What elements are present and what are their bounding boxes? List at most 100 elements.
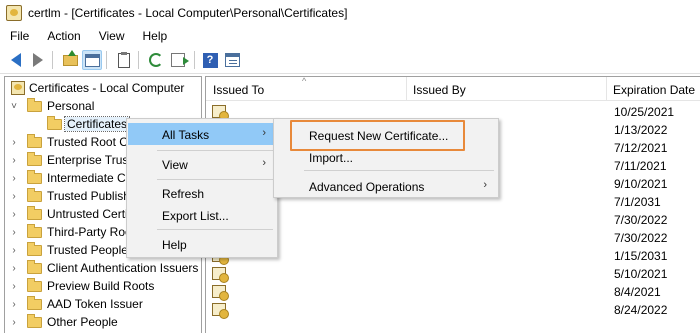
folder-icon bbox=[27, 278, 42, 292]
menu-help[interactable]: Help bbox=[134, 26, 177, 46]
up-folder-icon bbox=[62, 49, 78, 66]
certificate-icon bbox=[212, 105, 229, 121]
expand-chevron-icon[interactable]: ˅ bbox=[9, 101, 19, 112]
tree-item-aad-token-issuer[interactable]: › AAD Token Issuer bbox=[5, 295, 201, 313]
folder-icon bbox=[47, 116, 62, 130]
tree-item-root[interactable]: Certificates - Local Computer bbox=[5, 79, 201, 97]
expiration-date-cell: 1/15/2031 bbox=[614, 249, 668, 263]
folder-icon bbox=[27, 224, 42, 238]
up-one-level-button[interactable] bbox=[60, 49, 80, 70]
certificate-icon bbox=[212, 303, 229, 319]
folder-icon bbox=[27, 242, 42, 256]
expiration-date-cell: 1/13/2022 bbox=[614, 123, 668, 137]
copy-button[interactable] bbox=[114, 50, 134, 70]
export-list-button[interactable] bbox=[168, 50, 189, 70]
folder-icon bbox=[27, 206, 42, 220]
folder-icon bbox=[27, 314, 42, 328]
menu-separator bbox=[157, 150, 273, 151]
expiration-date-cell: 8/24/2022 bbox=[614, 303, 668, 317]
table-row[interactable]: 7/30/2022 bbox=[206, 211, 700, 229]
menu-item-label: Request New Certificate... bbox=[309, 129, 449, 143]
menu-item-label: Import... bbox=[309, 151, 354, 165]
back-button[interactable] bbox=[6, 50, 26, 70]
expand-chevron-icon[interactable]: › bbox=[9, 281, 19, 292]
submenu-request-new-certificate[interactable]: Request New Certificate... bbox=[275, 124, 497, 146]
menu-view[interactable]: View bbox=[90, 26, 134, 46]
expand-chevron-icon[interactable]: › bbox=[9, 227, 19, 238]
expiration-date-cell: 7/1/2031 bbox=[614, 195, 661, 209]
tree-item-personal[interactable]: ˅ Personal bbox=[5, 97, 201, 115]
table-row[interactable]: 5/10/2021 bbox=[206, 265, 700, 283]
column-expiration-date[interactable]: Expiration Date bbox=[606, 77, 700, 101]
certificate-icon bbox=[212, 285, 229, 301]
toolbar-separator bbox=[106, 51, 107, 69]
tree-item-client-auth-issuers[interactable]: › Client Authentication Issuers bbox=[5, 259, 201, 277]
table-row[interactable]: 8/24/2022 bbox=[206, 301, 700, 319]
menu-separator bbox=[157, 179, 273, 180]
tree-item-label: Trusted Root C bbox=[47, 135, 128, 149]
toolbar-separator bbox=[52, 51, 53, 69]
expand-chevron-icon[interactable]: › bbox=[9, 191, 19, 202]
context-menu-export-list[interactable]: Export List... bbox=[128, 204, 276, 226]
refresh-icon bbox=[149, 53, 163, 67]
help-button[interactable]: ? bbox=[200, 50, 220, 70]
menu-file[interactable]: File bbox=[0, 26, 38, 46]
menu-item-label: View bbox=[162, 158, 188, 172]
expand-chevron-icon[interactable]: › bbox=[9, 245, 19, 256]
refresh-button[interactable] bbox=[146, 50, 166, 70]
expiration-date-cell: 8/4/2021 bbox=[614, 285, 661, 299]
certificate-app-icon bbox=[6, 5, 22, 21]
expiration-date-cell: 7/12/2021 bbox=[614, 141, 668, 155]
column-issued-by[interactable]: Issued By bbox=[406, 77, 606, 101]
context-menu-help[interactable]: Help bbox=[128, 233, 276, 255]
table-row[interactable]: 7/30/2022 bbox=[206, 229, 700, 247]
show-hide-console-tree-button[interactable] bbox=[82, 50, 102, 70]
tree-item-label: Preview Build Roots bbox=[47, 279, 155, 293]
table-row[interactable]: 1/15/2031 bbox=[206, 247, 700, 265]
show-hide-tree-icon bbox=[84, 53, 100, 67]
column-issued-to[interactable]: Issued To bbox=[206, 77, 406, 101]
expand-chevron-icon[interactable]: › bbox=[9, 137, 19, 148]
menu-item-label: Advanced Operations bbox=[309, 180, 425, 194]
properties-button[interactable] bbox=[222, 50, 242, 70]
expiration-date-cell: 10/25/2021 bbox=[614, 105, 675, 119]
tree-item-label: Trusted Publish bbox=[47, 189, 130, 203]
context-menu-all-tasks[interactable]: All Tasks › bbox=[128, 123, 276, 145]
tree-item-label: Personal bbox=[47, 99, 95, 113]
expand-chevron-icon[interactable]: › bbox=[9, 317, 19, 328]
context-menu-view[interactable]: View › bbox=[128, 153, 276, 175]
submenu-arrow-icon: › bbox=[262, 157, 266, 169]
tree-item-label: Enterprise Trust bbox=[47, 153, 132, 167]
submenu-advanced-operations[interactable]: Advanced Operations › bbox=[275, 175, 497, 197]
menu-bar: File Action View Help bbox=[0, 26, 700, 46]
expand-chevron-icon[interactable]: › bbox=[9, 209, 19, 220]
tree-item-label: Third-Party Roo bbox=[47, 225, 132, 239]
expand-chevron-icon[interactable]: › bbox=[9, 155, 19, 166]
back-arrow-icon bbox=[11, 53, 21, 67]
expiration-date-cell: 7/30/2022 bbox=[614, 213, 668, 227]
tree-item-label: AAD Token Issuer bbox=[47, 297, 143, 311]
table-row[interactable]: 8/4/2021 bbox=[206, 283, 700, 301]
folder-icon bbox=[27, 188, 42, 202]
toolbar-separator bbox=[138, 51, 139, 69]
expiration-date-cell: 7/30/2022 bbox=[614, 231, 668, 245]
menu-item-label: All Tasks bbox=[162, 128, 210, 142]
tree-item-preview-build-roots[interactable]: › Preview Build Roots bbox=[5, 277, 201, 295]
tree-item-label: Trusted People bbox=[47, 243, 128, 257]
submenu-arrow-icon: › bbox=[483, 179, 487, 191]
export-list-icon bbox=[171, 53, 189, 67]
forward-button[interactable] bbox=[28, 50, 48, 70]
submenu-arrow-icon: › bbox=[262, 127, 266, 139]
submenu-import[interactable]: Import... bbox=[275, 146, 497, 168]
expiration-date-cell: 7/11/2021 bbox=[614, 159, 667, 173]
tree-item-other-people[interactable]: › Other People bbox=[5, 313, 201, 331]
tree-item-label: Other People bbox=[47, 315, 118, 329]
context-menu-refresh[interactable]: Refresh bbox=[128, 182, 276, 204]
expand-chevron-icon[interactable]: › bbox=[9, 299, 19, 310]
certificate-list: ^ Issued To Issued By Expiration Date 10… bbox=[205, 76, 700, 333]
expand-chevron-icon[interactable]: › bbox=[9, 173, 19, 184]
folder-icon bbox=[27, 98, 42, 112]
title-bar: certlm - [Certificates - Local Computer\… bbox=[0, 0, 700, 26]
menu-action[interactable]: Action bbox=[38, 26, 89, 46]
expand-chevron-icon[interactable]: › bbox=[9, 263, 19, 274]
